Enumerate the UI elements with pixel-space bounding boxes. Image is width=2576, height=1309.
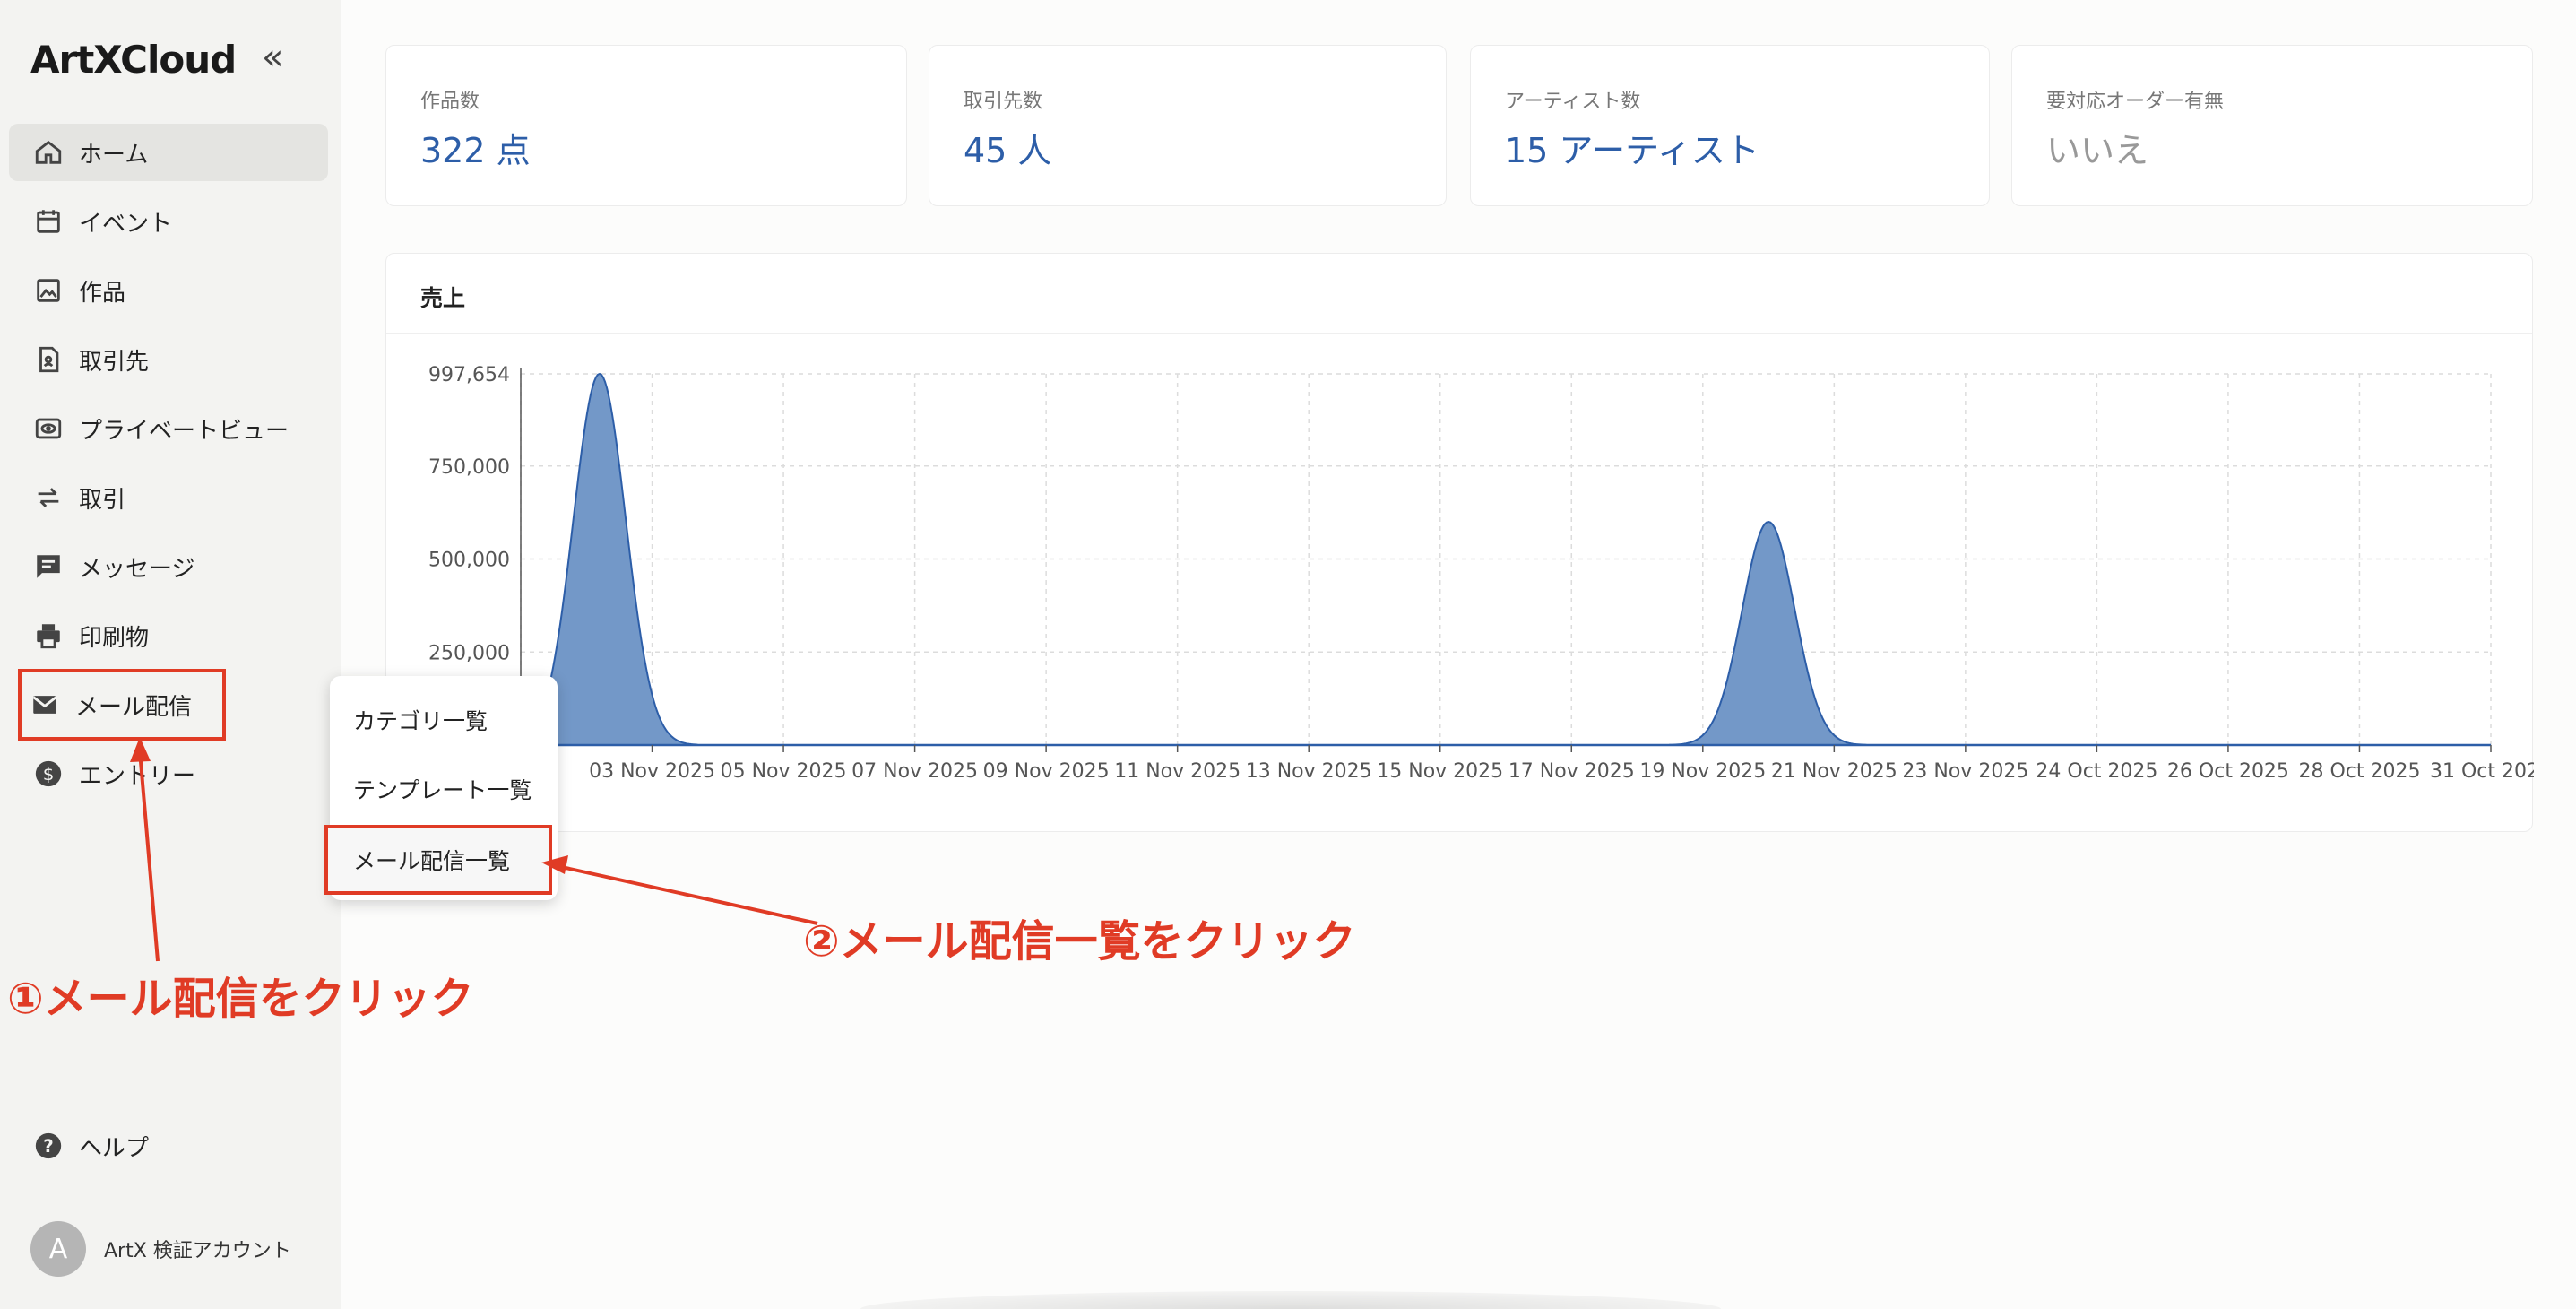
svg-text:$: $ [43,764,55,785]
y-tick-label: 750,000 [428,456,510,479]
swap-icon [30,480,66,516]
sidebar-item-entry[interactable]: $ エントリー [9,745,328,802]
step2-arrow [557,864,818,925]
x-tick-label: 24 Oct 2025 [2036,760,2157,783]
sidebar-item-label: ホーム [79,141,149,169]
eye-icon [30,411,66,446]
bottom-shadow [860,1291,1721,1309]
stat-card-works: 作品数 322 点 [385,45,907,206]
sidebar-item-label: メッセージ [79,555,195,583]
sales-area [1669,520,1868,746]
stat-label: アーティスト数 [1505,91,1641,113]
x-tick-label: 03 Nov 2025 [589,760,715,783]
home-icon [30,134,66,170]
x-tick-label: 05 Nov 2025 [721,760,847,783]
svg-text:?: ? [43,1136,54,1157]
x-tick-label: 21 Nov 2025 [1771,760,1897,783]
y-tick-label: 500,000 [428,550,510,572]
x-tick-label: 11 Nov 2025 [1114,760,1240,783]
x-tick-label: 23 Nov 2025 [1902,760,2028,783]
avatar: A [30,1221,86,1277]
menu-item-template-list[interactable]: テンプレート一覧 [330,758,558,820]
x-tick-label: 13 Nov 2025 [1246,760,1372,783]
printer-icon [30,618,66,654]
image-icon [30,273,66,308]
x-tick-label: 15 Nov 2025 [1377,760,1503,783]
stat-label: 要対応オーダー有無 [2046,91,2225,113]
panel-divider [386,333,2532,334]
sidebar-item-messages[interactable]: メッセージ [9,538,328,595]
sidebar-item-home[interactable]: ホーム [9,124,328,181]
sidebar-item-label: 取引 [79,486,126,514]
annotation-step1: ①メール配信をクリック [7,974,474,1024]
menu-item-category-list[interactable]: カテゴリ一覧 [330,689,558,751]
sidebar-item-label: メール配信 [75,693,193,721]
sales-chart: 250,000500,000750,000997,654…2503 Nov 20… [428,364,2534,783]
app-logo[interactable]: ArtXCloud [30,38,237,82]
stat-value: 15 アーティスト [1505,131,1759,170]
sidebar-item-label: 作品 [79,279,126,307]
sidebar-item-label: エントリー [79,762,196,790]
dollar-icon: $ [30,756,66,792]
menu-item-mail-delivery-list[interactable]: メール配信一覧 [324,825,552,895]
annotation-step2: ②メール配信一覧をクリック [803,916,1356,967]
sidebar-item-prints[interactable]: 印刷物 [9,607,328,664]
mail-delivery-submenu: カテゴリ一覧 テンプレート一覧 メール配信一覧 [324,676,558,900]
double-chevron-left-icon[interactable]: « [262,39,283,75]
account-menu[interactable]: A ArtX 検証アカウント [30,1221,291,1277]
sidebar-item-private-view[interactable]: プライベートビュー [9,400,328,457]
sidebar-item-works[interactable]: 作品 [9,262,328,319]
stat-card-pending-orders: 要対応オーダー有無 いいえ [2011,45,2533,206]
sidebar: ArtXCloud « ホーム イベント 作品 取引先 プライベートビュー 取引… [0,0,341,1309]
x-tick-label: 19 Nov 2025 [1639,760,1766,783]
x-tick-label: 17 Nov 2025 [1508,760,1635,783]
sidebar-item-label: 取引先 [79,348,150,376]
stat-value: いいえ [2046,131,2149,170]
stat-value: 45 人 [964,131,1052,170]
y-tick-label: 250,000 [428,642,510,664]
x-tick-label: 26 Oct 2025 [2167,760,2289,783]
sidebar-item-mail-delivery[interactable]: メール配信 [18,669,226,741]
sales-panel: 250,000500,000750,000997,654…2503 Nov 20… [385,253,2534,832]
y-tick-label: 997,654 [428,364,510,386]
message-icon [30,549,66,585]
stat-card-artists: アーティスト数 15 アーティスト [1470,45,1990,206]
mail-icon [27,687,63,723]
help-icon: ? [30,1128,66,1164]
sidebar-item-label: 印刷物 [79,624,150,652]
x-tick-label: 28 Oct 2025 [2298,760,2420,783]
x-tick-label: 09 Nov 2025 [983,760,1110,783]
account-name: ArtX 検証アカウント [104,1240,291,1262]
stat-label: 作品数 [420,91,480,113]
sidebar-item-label: イベント [79,210,173,238]
sidebar-item-transactions[interactable]: 取引 [9,469,328,526]
contact-icon [30,342,66,377]
x-tick-label: 31 Oct 2025 [2430,760,2534,783]
calendar-icon [30,204,66,239]
stat-card-clients: 取引先数 45 人 [929,45,1447,206]
sidebar-item-help[interactable]: ? ヘルプ [9,1119,328,1173]
x-tick-label: 07 Nov 2025 [851,760,978,783]
sidebar-item-label: プライベートビュー [79,417,290,445]
stat-value: 322 点 [420,131,531,170]
panel-title: 売上 [420,285,466,311]
sidebar-item-contacts[interactable]: 取引先 [9,331,328,388]
sidebar-item-label: ヘルプ [79,1134,150,1162]
stat-label: 取引先数 [964,91,1043,113]
sidebar-item-events[interactable]: イベント [9,193,328,250]
